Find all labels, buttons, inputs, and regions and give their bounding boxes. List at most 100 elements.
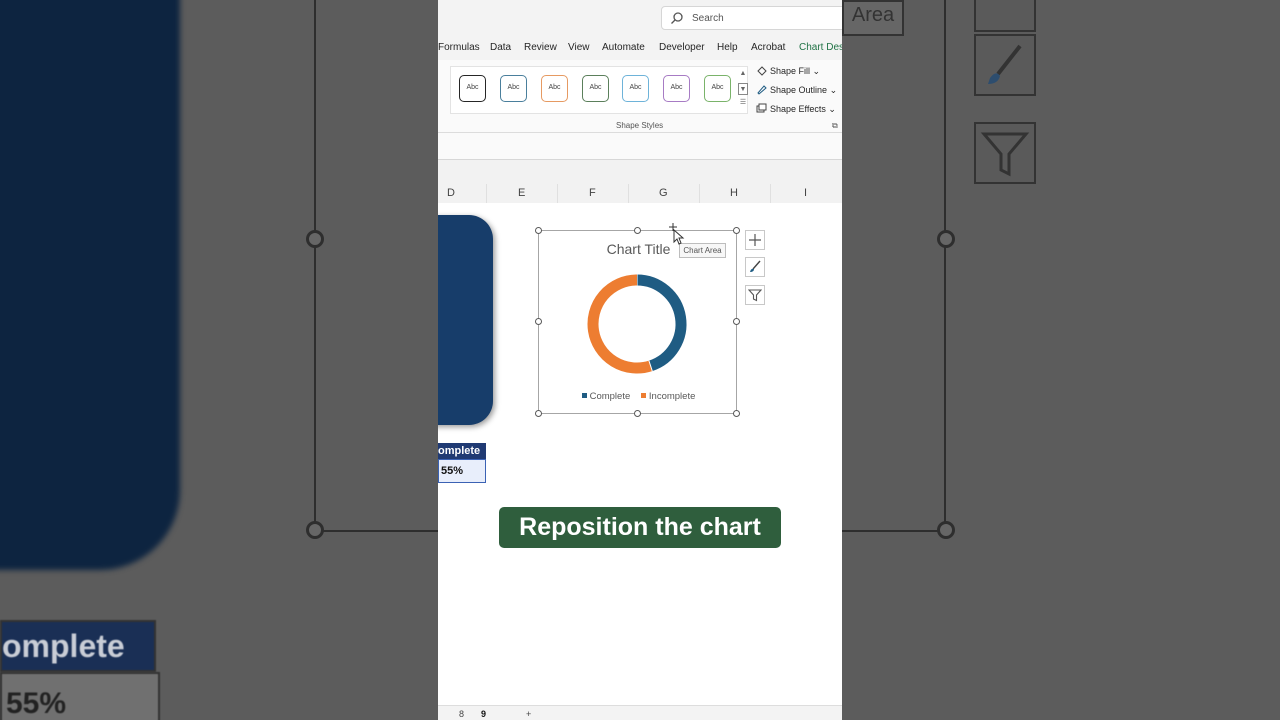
backdrop-label-cell: omplete <box>0 620 156 672</box>
search-icon <box>671 12 683 24</box>
resize-handle-left[interactable] <box>535 318 542 325</box>
resize-handle-top-right[interactable] <box>733 227 740 234</box>
tab-review[interactable]: Review <box>524 42 557 53</box>
backdrop-filter-icon <box>974 122 1036 184</box>
legend-label-incomplete: Incomplete <box>648 391 696 402</box>
column-header-h[interactable]: H <box>730 187 738 199</box>
cell-complete-value[interactable]: 55% <box>438 459 486 483</box>
sheet-tab-9[interactable]: 9 <box>481 709 486 719</box>
add-sheet-button[interactable]: + <box>526 709 531 719</box>
backdrop-handle <box>937 230 955 248</box>
chart-legend[interactable]: Complete Incomplete <box>539 391 738 402</box>
backdrop-chart-border <box>944 0 946 532</box>
sheet-tab-8[interactable]: 8 <box>459 709 464 719</box>
legend-swatch-incomplete <box>640 393 646 398</box>
sheet-tab-bar: 8 9 + <box>438 705 842 720</box>
column-header-g[interactable]: G <box>659 187 668 199</box>
tab-developer[interactable]: Developer <box>659 42 705 53</box>
shape-style-swatch-2[interactable]: Abc <box>500 75 527 102</box>
shape-effects-button[interactable]: Shape Effects ⌄ <box>756 103 836 115</box>
chevron-down-icon: ⌄ <box>829 85 838 95</box>
tab-formulas[interactable]: Formulas <box>438 42 480 53</box>
chart-elements-button[interactable] <box>745 230 765 250</box>
resize-handle-bottom-left[interactable] <box>535 410 542 417</box>
brush-icon <box>750 260 761 272</box>
shape-outline-button[interactable]: Shape Outline ⌄ <box>756 84 837 96</box>
plus-icon <box>749 234 761 246</box>
shape-style-swatch-5[interactable]: Abc <box>622 75 649 102</box>
shape-style-swatch-4[interactable]: Abc <box>582 75 609 102</box>
backdrop-area-tag: Area <box>842 0 904 36</box>
backdrop-right <box>842 0 1280 720</box>
backdrop-value-cell: 55% <box>0 672 160 720</box>
chevron-down-icon: ⌄ <box>812 66 821 76</box>
column-header-d[interactable]: D <box>447 187 455 199</box>
rounded-card-shape[interactable] <box>438 215 493 425</box>
title-bar: Search <box>438 0 842 36</box>
legend-item-incomplete[interactable]: Incomplete <box>640 391 696 402</box>
tab-help[interactable]: Help <box>717 42 738 53</box>
search-box[interactable]: Search <box>661 6 842 30</box>
shape-style-swatch-3[interactable]: Abc <box>541 75 568 102</box>
shape-style-swatch-6[interactable]: Abc <box>663 75 690 102</box>
cell-complete-label[interactable]: omplete <box>438 443 486 459</box>
backdrop-plus-icon <box>974 0 1036 32</box>
column-header-f[interactable]: F <box>589 187 596 199</box>
shape-style-swatch-1[interactable]: Abc <box>459 75 486 102</box>
legend-item-complete[interactable]: Complete <box>581 391 631 402</box>
chart-area-tooltip: Chart Area <box>679 243 726 258</box>
excel-window: Search Formulas Data Review View Automat… <box>438 0 842 720</box>
tab-chart-design[interactable]: Chart Desi <box>799 42 842 53</box>
backdrop-left: omplete 55% <box>0 0 438 720</box>
donut-plot[interactable] <box>583 270 691 378</box>
shape-style-swatch-7[interactable]: Abc <box>704 75 731 102</box>
backdrop-handle <box>306 521 324 539</box>
shape-fill-button[interactable]: Shape Fill ⌄ <box>756 65 820 77</box>
gallery-scroll-up-icon[interactable]: ▲ <box>738 68 748 80</box>
tab-automate[interactable]: Automate <box>602 42 645 53</box>
toolbar-gap <box>438 160 842 184</box>
worksheet-grid[interactable]: omplete 55% Chart Title Chart Area Compl… <box>438 203 842 705</box>
shape-effects-label: Shape Effects <box>770 104 826 114</box>
filter-icon <box>748 289 762 302</box>
resize-handle-top-left[interactable] <box>535 227 542 234</box>
dialog-launcher-icon[interactable]: ⧉ <box>832 121 838 131</box>
resize-handle-bottom-right[interactable] <box>733 410 740 417</box>
shape-styles-group-label: Shape Styles <box>616 121 664 130</box>
donut-slice-complete[interactable] <box>636 274 687 372</box>
backdrop-brush-icon <box>974 34 1036 96</box>
chart-area[interactable]: Chart Title Chart Area Complete Incomple… <box>535 227 740 417</box>
donut-slice-incomplete[interactable] <box>587 274 653 374</box>
chart-styles-button[interactable] <box>745 257 765 277</box>
backdrop-chart-border <box>842 530 946 532</box>
tab-acrobat[interactable]: Acrobat <box>751 42 785 53</box>
backdrop-chart-border <box>314 0 316 532</box>
tab-view[interactable]: View <box>568 42 590 53</box>
backdrop-handle <box>937 521 955 539</box>
column-header-i[interactable]: I <box>804 187 807 199</box>
resize-handle-bottom[interactable] <box>634 410 641 417</box>
resize-handle-top[interactable] <box>634 227 641 234</box>
backdrop-handle <box>306 230 324 248</box>
search-placeholder: Search <box>692 13 724 24</box>
gallery-scroll-down-icon[interactable]: ▼ <box>738 83 748 95</box>
chevron-down-icon: ⌄ <box>828 104 836 114</box>
resize-handle-right[interactable] <box>733 318 740 325</box>
legend-swatch-complete <box>581 393 587 398</box>
ribbon-tabs: Formulas Data Review View Automate Devel… <box>438 36 842 60</box>
shape-outline-label: Shape Outline <box>770 85 828 95</box>
chart-filters-button[interactable] <box>745 285 765 305</box>
backdrop-chart-border <box>314 530 438 532</box>
legend-label-complete: Complete <box>589 391 631 402</box>
pen-outline-icon <box>757 85 767 95</box>
tab-data[interactable]: Data <box>490 42 511 53</box>
move-cursor-icon <box>669 223 685 245</box>
formula-bar[interactable] <box>438 133 842 160</box>
shape-effects-icon <box>756 103 767 113</box>
column-header-e[interactable]: E <box>518 187 525 199</box>
backdrop-card-shape <box>0 0 180 570</box>
paint-bucket-icon <box>757 66 767 76</box>
gallery-more-icon[interactable]: ☰ <box>738 97 748 109</box>
instruction-caption: Reposition the chart <box>499 507 781 548</box>
column-headers: D E F G H I <box>438 184 842 204</box>
